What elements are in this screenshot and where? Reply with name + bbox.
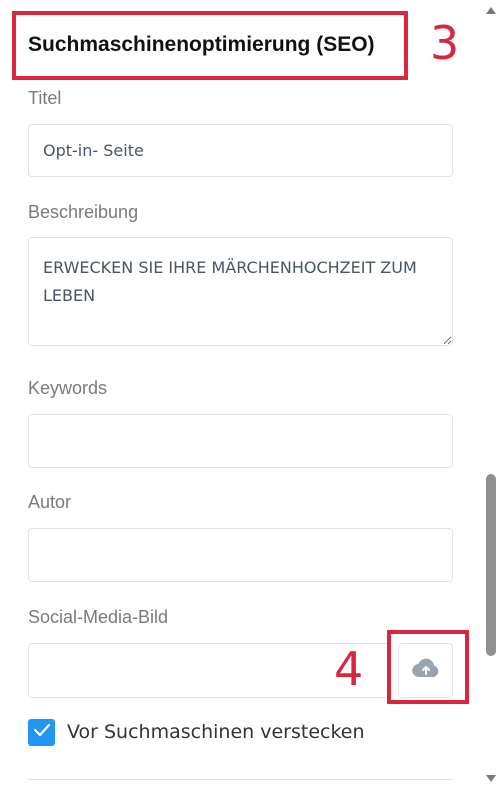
checkmark-icon	[33, 723, 51, 742]
scrollbar-thumb[interactable]	[486, 474, 496, 656]
annotation-box-upload	[387, 630, 469, 704]
scrollbar[interactable]	[480, 0, 500, 803]
description-label: Beschreibung	[28, 202, 139, 222]
keywords-label: Keywords	[28, 378, 108, 398]
divider	[28, 779, 453, 780]
keywords-input[interactable]	[28, 414, 453, 468]
title-label: Titel	[28, 88, 62, 108]
annotation-box-title	[12, 11, 408, 80]
title-input[interactable]	[28, 124, 453, 177]
hide-search-engines-checkbox[interactable]	[28, 719, 55, 746]
scroll-down-arrow-icon[interactable]	[486, 775, 496, 782]
social-image-label: Social-Media-Bild	[28, 607, 169, 627]
hide-search-engines-label: Vor Suchmaschinen verstecken	[67, 721, 365, 743]
annotation-number-3: 3	[430, 16, 460, 70]
description-textarea[interactable]: ERWECKEN SIE IHRE MÄRCHENHOCHZEIT ZUM LE…	[28, 237, 453, 346]
scroll-up-arrow-icon[interactable]	[486, 7, 496, 14]
author-input[interactable]	[28, 528, 453, 582]
author-label: Autor	[28, 492, 72, 512]
annotation-number-4: 4	[334, 642, 364, 696]
